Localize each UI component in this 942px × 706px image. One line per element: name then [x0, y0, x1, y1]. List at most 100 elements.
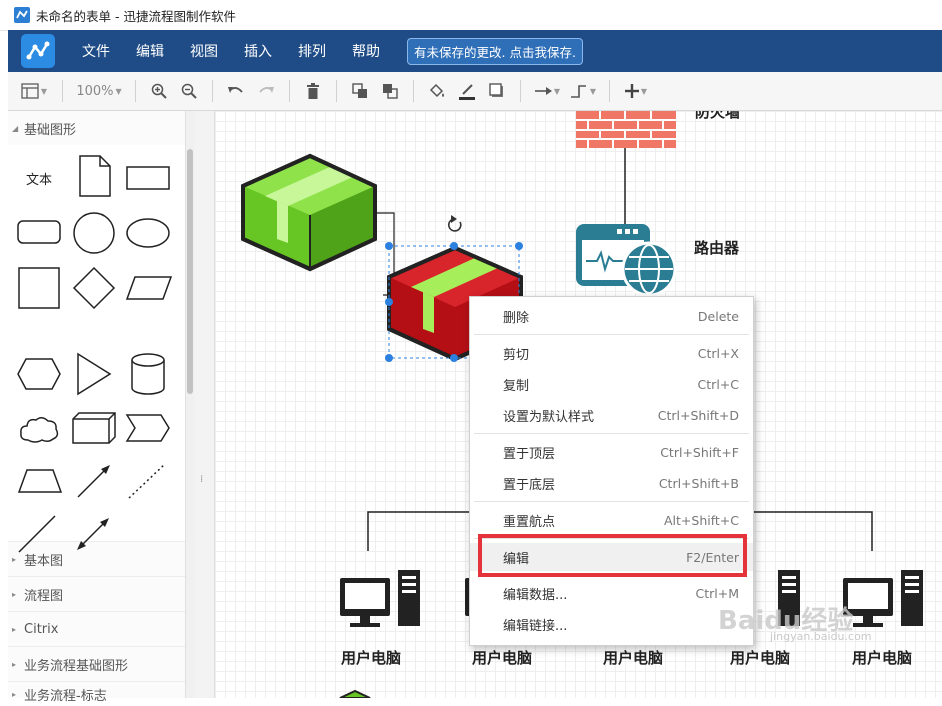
green-shape-partial[interactable] [339, 689, 371, 698]
shape-rounded-rectangle[interactable] [16, 219, 62, 245]
to-back-button[interactable] [375, 77, 405, 105]
layout-icon [21, 83, 39, 99]
arrow-right-icon [534, 87, 552, 95]
menu-file[interactable]: 文件 [82, 41, 110, 61]
shape-triangle[interactable] [76, 352, 112, 396]
sidebar-splitter[interactable] [194, 111, 215, 698]
zoom-out-button[interactable] [174, 77, 204, 105]
firewall-label: 防火墙 [695, 111, 741, 121]
menu-item-to-front[interactable]: 置于顶层 Ctrl+Shift+F [470, 438, 753, 466]
shape-parallelogram[interactable] [125, 275, 173, 301]
section-bpmn-basic[interactable]: ▸ 业务流程基础图形 [8, 646, 185, 681]
window-title: 未命名的表单 - 迅捷流程图制作软件 [36, 8, 236, 24]
section-citrix[interactable]: ▸ Citrix [8, 611, 185, 646]
menu-arrange[interactable]: 排列 [298, 41, 326, 61]
menu-item-reset-waypoints[interactable]: 重置航点 Alt+Shift+C [470, 506, 753, 534]
shape-bidirectional-arrow[interactable] [75, 516, 111, 552]
unsaved-changes-button[interactable]: 有未保存的更改. 点击我保存. [407, 37, 583, 65]
to-front-button[interactable] [345, 77, 375, 105]
shape-diamond[interactable] [72, 266, 116, 310]
shape-cloud[interactable] [18, 414, 60, 444]
pc-label: 用户电脑 [852, 649, 913, 667]
menu-insert[interactable]: 插入 [244, 41, 272, 61]
menu-item-delete[interactable]: 删除 Delete [470, 302, 753, 330]
menu-item-cut[interactable]: 剪切 Ctrl+X [470, 339, 753, 367]
shape-document[interactable] [78, 154, 112, 198]
shape-cylinder[interactable] [130, 352, 166, 396]
elbow-connector-icon [570, 85, 586, 98]
menu-item-shortcut: Ctrl+M [695, 585, 740, 601]
context-menu: 删除 Delete 剪切 Ctrl+X 复制 Ctrl+C 设置为默认样式 Ct… [469, 296, 754, 646]
app-logo-icon[interactable] [21, 34, 55, 68]
toolbar-separator [520, 80, 521, 102]
menu-item-label: 编辑数据... [503, 587, 568, 603]
sidebar-scrollbar[interactable] [186, 111, 194, 698]
shape-arrow-line[interactable] [75, 462, 113, 500]
menu-item-label: 置于顶层 [503, 446, 556, 462]
menu-item-edit-data[interactable]: 编辑数据... Ctrl+M [470, 579, 753, 607]
to-back-icon [383, 84, 398, 99]
insert-button[interactable]: ▼ [618, 77, 654, 105]
menu-item-shortcut: Ctrl+X [697, 345, 739, 361]
shape-step[interactable] [125, 413, 171, 443]
toolbar-separator [62, 80, 63, 102]
section-title: 业务流程基础图形 [24, 658, 129, 674]
shape-ellipse[interactable] [125, 217, 171, 249]
toolbar-separator [135, 80, 136, 102]
redo-icon [259, 87, 274, 93]
pc-icon[interactable] [843, 570, 923, 627]
shadow-icon [489, 83, 503, 97]
shadow-button[interactable] [482, 77, 512, 105]
zoom-select[interactable]: 100% ▼ [71, 77, 127, 105]
menu-edit[interactable]: 编辑 [136, 41, 164, 61]
toolbar-separator [289, 80, 290, 102]
firewall-icon[interactable] [576, 111, 676, 148]
toolbar-separator [212, 80, 213, 102]
menu-item-shortcut: Delete [697, 308, 739, 324]
toolbar: ▼ 100% ▼ ▼ ▼ ▼ [8, 72, 942, 111]
shape-circle[interactable] [72, 211, 116, 255]
collapsed-arrow-icon: ▸ [12, 659, 17, 669]
collapsed-arrow-icon: ▸ [12, 554, 17, 564]
shape-rectangle[interactable] [125, 165, 171, 191]
router-icon[interactable] [576, 224, 677, 297]
shape-text[interactable]: 文本 [26, 169, 52, 188]
connection-style-button[interactable]: ▼ [529, 77, 565, 105]
green-package-icon[interactable] [241, 153, 377, 272]
app-icon [14, 7, 30, 23]
pc-icon[interactable] [340, 570, 420, 627]
rotate-handle-icon[interactable] [447, 215, 462, 232]
menu-item-copy[interactable]: 复制 Ctrl+C [470, 370, 753, 398]
shape-dotted-line[interactable] [127, 462, 167, 500]
menu-item-label: 剪切 [503, 347, 530, 363]
scrollbar-thumb[interactable] [187, 149, 193, 394]
undo-button[interactable] [221, 77, 251, 105]
menu-view[interactable]: 视图 [190, 41, 218, 61]
menu-item-edit-link[interactable]: 编辑链接... [470, 610, 753, 638]
line-color-button[interactable] [452, 77, 482, 105]
shape-hexagon[interactable] [16, 357, 62, 391]
page-view-button[interactable]: ▼ [14, 77, 54, 105]
shape-cube[interactable] [71, 411, 117, 445]
zoom-value: 100% [76, 83, 114, 99]
expand-icon: ◢ [12, 123, 19, 133]
section-basic-shapes[interactable]: ◢ 基础图形 [8, 111, 185, 145]
pc-label: 用户电脑 [472, 649, 533, 667]
menu-help[interactable]: 帮助 [352, 41, 380, 61]
section-flowchart[interactable]: ▸ 流程图 [8, 576, 185, 611]
delete-button[interactable] [298, 77, 328, 105]
redo-button[interactable] [251, 77, 281, 105]
collapsed-arrow-icon: ▸ [12, 589, 17, 599]
waypoint-style-button[interactable]: ▼ [565, 77, 601, 105]
section-bpmn-markers[interactable]: ▸ 业务流程-标志 [8, 681, 185, 706]
zoom-in-button[interactable] [144, 77, 174, 105]
fill-color-button[interactable] [422, 77, 452, 105]
menu-item-set-default-style[interactable]: 设置为默认样式 Ctrl+Shift+D [470, 401, 753, 429]
menu-item-label: 删除 [503, 310, 530, 326]
menu-item-to-back[interactable]: 置于底层 Ctrl+Shift+B [470, 469, 753, 497]
shape-trapezoid[interactable] [17, 468, 63, 494]
pc-label: 用户电脑 [730, 649, 791, 667]
title-bar: 未命名的表单 - 迅捷流程图制作软件 [0, 0, 942, 31]
shape-square[interactable] [17, 266, 61, 310]
shape-line[interactable] [17, 514, 57, 554]
